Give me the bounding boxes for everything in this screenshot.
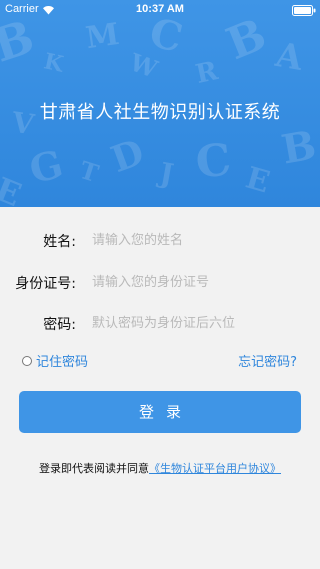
status-time: 10:37 AM <box>136 3 184 15</box>
user-agreement-link[interactable]: 《生物认证平台用户协议》 <box>149 462 281 475</box>
status-bar: Carrier 10:37 AM <box>0 0 320 20</box>
password-label: 密码: <box>43 317 76 333</box>
remember-password-toggle[interactable]: 记住密码 <box>22 351 88 370</box>
agreement-text: 登录即代表阅读并同意《生物认证平台用户协议》 <box>0 460 320 476</box>
header-banner: B K M W C R B A V B G T D J C E E Carrie… <box>0 0 320 207</box>
password-row: 密码: <box>0 312 320 334</box>
login-button[interactable]: 登录 <box>19 391 301 433</box>
agreement-prefix: 登录即代表阅读并同意 <box>39 462 149 475</box>
radio-circle-icon[interactable] <box>22 355 32 366</box>
battery-icon <box>292 5 316 16</box>
name-row: 姓名: <box>0 229 320 251</box>
id-number-label: 身份证号: <box>15 276 76 292</box>
password-input[interactable] <box>92 312 292 334</box>
forgot-password-link[interactable]: 忘记密码? <box>238 351 297 370</box>
name-input[interactable] <box>92 229 292 251</box>
id-number-row: 身份证号: <box>0 271 320 293</box>
id-number-input[interactable] <box>92 271 292 293</box>
app-title: 甘肃省人社生物识别认证系统 <box>39 102 281 123</box>
remember-password-label: 记住密码 <box>36 355 89 370</box>
name-label: 姓名: <box>43 234 76 250</box>
